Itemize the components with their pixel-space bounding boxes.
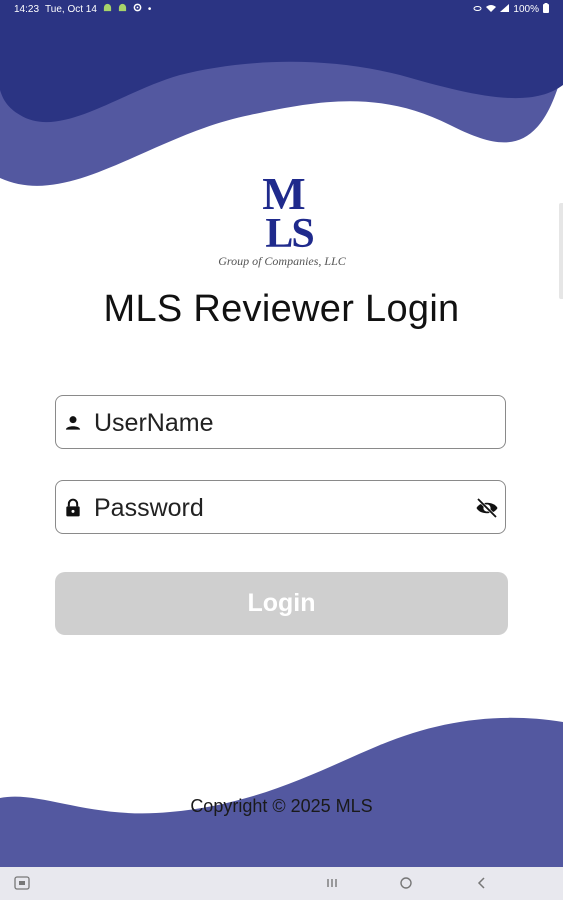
copyright-text: Copyright © 2025 MLS <box>190 796 373 816</box>
username-placeholder: UserName <box>94 409 214 437</box>
back-icon[interactable] <box>475 876 489 895</box>
lock-icon <box>66 498 80 517</box>
password-field[interactable]: Password <box>55 480 506 534</box>
mls-logo: M LS Group of Companies, LLC <box>190 163 374 269</box>
android-icon-2 <box>118 3 127 15</box>
edge-panel-handle[interactable] <box>559 203 563 299</box>
signal-icon <box>500 4 510 15</box>
status-right: 100% <box>473 3 549 16</box>
recent-apps-icon[interactable] <box>325 876 339 895</box>
logo-tagline: Group of Companies, LLC <box>218 254 346 268</box>
status-date: Tue, Oct 14 <box>45 3 97 15</box>
person-icon <box>65 416 81 430</box>
notification-dot-icon: • <box>147 3 152 15</box>
status-left: 14:23 Tue, Oct 14 • <box>14 3 151 15</box>
settings-gear-icon <box>133 3 142 15</box>
home-icon[interactable] <box>399 876 413 895</box>
keyboard-switch-icon[interactable] <box>14 876 30 895</box>
bottom-wave-background <box>0 717 563 870</box>
system-navigation-bar <box>0 867 563 900</box>
username-field[interactable]: UserName <box>55 395 506 449</box>
login-button[interactable]: Login <box>55 572 508 635</box>
wifi-icon <box>486 4 497 15</box>
svg-text:LS: LS <box>265 211 313 253</box>
password-placeholder: Password <box>94 494 204 522</box>
page-title: MLS Reviewer Login <box>103 288 460 330</box>
android-icon <box>103 3 112 15</box>
status-time: 14:23 <box>14 3 40 15</box>
battery-level: 100% <box>513 4 539 15</box>
status-bar: 14:23 Tue, Oct 14 • 100% <box>0 0 563 18</box>
battery-icon <box>543 3 549 16</box>
link-icon <box>473 4 482 15</box>
eye-off-icon[interactable] <box>475 497 499 519</box>
mls-logo-mark: M LS <box>262 168 315 253</box>
